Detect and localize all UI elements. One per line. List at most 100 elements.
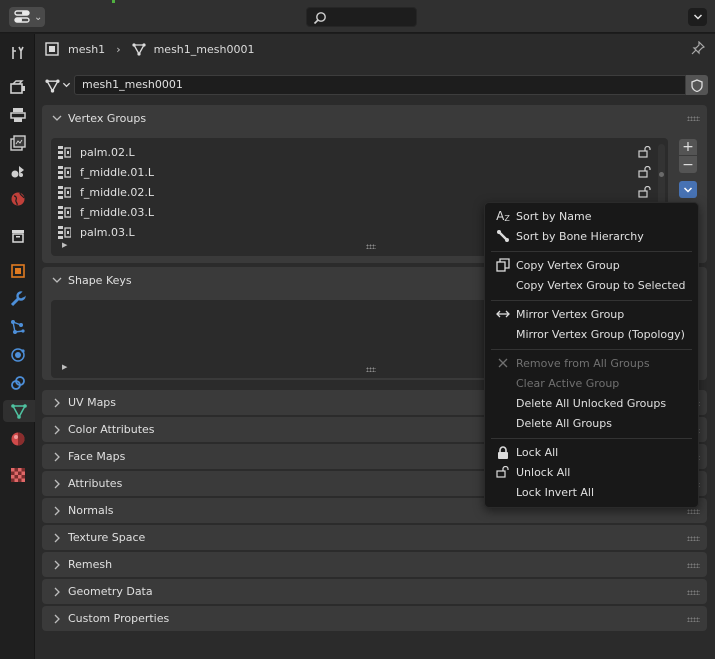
vertex-groups-header[interactable]: Vertex Groups (42, 105, 707, 131)
add-icon[interactable]: + (679, 139, 697, 156)
delete-all-item[interactable]: Delete All Groups (485, 413, 698, 433)
particles-icon (11, 320, 25, 334)
list-item[interactable]: palm.02.L (58, 142, 658, 162)
panel-title: Geometry Data (68, 585, 153, 598)
texture-space-panel[interactable]: Texture Space (42, 525, 707, 550)
vertex-group-name: palm.03.L (80, 225, 135, 239)
panel-title: Shape Keys (68, 273, 132, 287)
filter-expand-icon[interactable]: ▶ (62, 241, 67, 249)
drag-grip[interactable] (687, 563, 700, 568)
search-field[interactable] (306, 7, 417, 27)
texture-icon (11, 468, 25, 482)
chevron-right-icon (54, 560, 60, 569)
drag-grip[interactable] (687, 509, 700, 514)
mirror-topology-item[interactable]: Mirror Vertex Group (Topology) (485, 324, 698, 344)
view-layer-tab[interactable] (7, 132, 29, 154)
mesh-data-tab[interactable] (3, 400, 35, 422)
vertex-group-name: f_middle.02.L (80, 185, 155, 199)
vertex-group-name: palm.02.L (80, 145, 135, 159)
chevron-right-icon (54, 452, 60, 461)
world-icon (11, 192, 25, 206)
list-item[interactable]: f_middle.01.L (58, 162, 658, 182)
material-tab[interactable] (7, 428, 29, 450)
panel-title: Face Maps (68, 450, 126, 463)
list-resize-grip[interactable] (366, 244, 376, 249)
chevron-right-icon (54, 425, 60, 434)
list-resize-grip[interactable] (366, 367, 376, 372)
editor-type-button[interactable]: ⌄ (9, 7, 45, 27)
vertex-group-specials-menu: AZ Sort by Name Sort by Bone Hierarchy C… (484, 202, 699, 508)
chevron-down-icon (52, 115, 62, 121)
unlock-icon[interactable] (638, 166, 652, 178)
mesh-data-icon (45, 79, 60, 93)
vertex-group-name: f_middle.01.L (80, 165, 155, 179)
delete-unlocked-item[interactable]: Delete All Unlocked Groups (485, 393, 698, 413)
copy-to-selected-item[interactable]: Copy Vertex Group to Selected (485, 275, 698, 295)
mesh-name-field[interactable]: mesh1_mesh0001 (74, 75, 686, 95)
world-tab[interactable] (7, 188, 29, 210)
tool-icon (12, 46, 24, 59)
menu-separator (491, 300, 692, 301)
chevron-right-icon (54, 533, 60, 542)
copy-group-item[interactable]: Copy Vertex Group (485, 255, 698, 275)
constraints-tab[interactable] (7, 372, 29, 394)
filter-expand-icon[interactable]: ▶ (62, 363, 67, 371)
remove-icon[interactable]: − (679, 156, 697, 173)
chevron-down-icon (693, 14, 702, 20)
lock-invert-item[interactable]: Lock Invert All (485, 482, 698, 502)
modifiers-tab[interactable] (7, 288, 29, 310)
mesh-browse-dropdown[interactable] (45, 75, 73, 95)
chevron-right-icon (54, 587, 60, 596)
drag-grip[interactable] (687, 617, 700, 622)
tool-tab[interactable] (7, 42, 29, 64)
breadcrumb-object: mesh1 (68, 42, 106, 56)
scene-tab[interactable] (7, 160, 29, 182)
pin-icon[interactable] (691, 40, 706, 58)
unlock-icon[interactable] (638, 146, 652, 158)
unlock-icon[interactable] (638, 186, 652, 198)
chevron-down-icon (62, 82, 71, 88)
collection-icon (12, 230, 24, 243)
mirror-group-item[interactable]: Mirror Vertex Group (485, 304, 698, 324)
specials-menu-button[interactable] (679, 181, 697, 198)
geometry-data-panel[interactable]: Geometry Data (42, 579, 707, 604)
panel-title: Color Attributes (68, 423, 155, 436)
chevron-right-icon (54, 506, 60, 515)
custom-properties-panel[interactable]: Custom Properties (42, 606, 707, 631)
sort-by-bone-item[interactable]: Sort by Bone Hierarchy (485, 226, 698, 246)
bone-icon (495, 229, 511, 243)
physics-tab[interactable] (7, 344, 29, 366)
drag-grip[interactable] (687, 590, 700, 595)
texture-tab[interactable] (7, 464, 29, 486)
panel-title: Custom Properties (68, 612, 170, 625)
vertex-group-icon (58, 145, 71, 159)
unlock-all-item[interactable]: Unlock All (485, 462, 698, 482)
particles-tab[interactable] (7, 316, 29, 338)
object-icon (45, 42, 59, 56)
search-icon (313, 12, 326, 25)
lock-all-item[interactable]: Lock All (485, 442, 698, 462)
duplicate-icon (495, 258, 511, 272)
header-bar: ⌄ (0, 0, 715, 33)
options-dropdown[interactable] (688, 8, 707, 26)
vertex-group-icon (58, 205, 71, 219)
panel-title: Normals (68, 504, 114, 517)
wrench-icon (10, 291, 26, 307)
collection-tab[interactable] (7, 225, 29, 247)
output-icon (10, 108, 26, 122)
remesh-panel[interactable]: Remesh (42, 552, 707, 577)
mesh-datablock-row: mesh1_mesh0001 (45, 75, 708, 95)
sort-by-name-item[interactable]: AZ Sort by Name (485, 206, 698, 226)
list-item[interactable]: f_middle.02.L (58, 182, 658, 202)
chevron-right-icon (54, 398, 60, 407)
object-tab[interactable] (7, 260, 29, 282)
panel-title: Texture Space (68, 531, 146, 544)
drag-grip[interactable] (687, 536, 700, 541)
render-tab[interactable] (7, 76, 29, 98)
drag-grip[interactable] (687, 116, 700, 121)
vertex-group-name: f_middle.03.L (80, 205, 155, 219)
fake-user-button[interactable] (686, 75, 708, 95)
output-tab[interactable] (7, 104, 29, 126)
chevron-down-icon: ⌄ (34, 11, 43, 23)
panel-title: Attributes (68, 477, 123, 490)
